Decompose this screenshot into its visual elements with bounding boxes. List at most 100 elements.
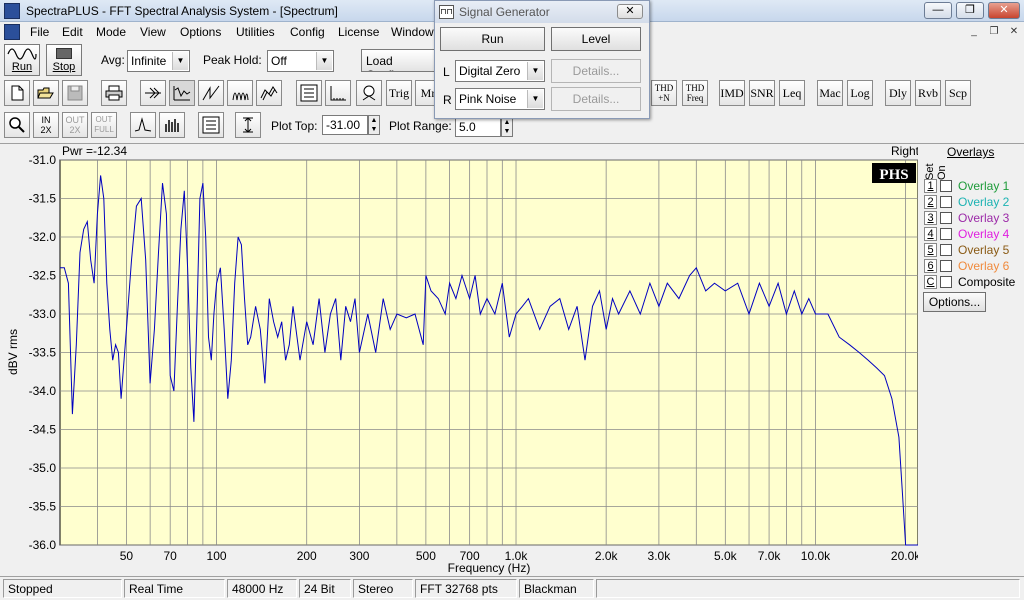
filter-button[interactable] [140,80,166,106]
peak-hold-select[interactable]: Off ▼ [267,50,334,72]
zoom-full-button[interactable]: OUT FULL [91,112,117,138]
spectrogram-button[interactable] [227,80,253,106]
right-details-button[interactable]: Details... [551,87,641,111]
overlay-options-button[interactable]: Options... [923,292,986,312]
avg-select[interactable]: Infinite ▼ [127,50,190,72]
menu-file[interactable]: File [30,25,49,39]
signal-generator-close-button[interactable]: ✕ [617,4,643,19]
channel-label: Right [891,144,918,158]
composite-checkbox[interactable] [940,276,952,288]
filter-icon [145,87,161,99]
macro-button[interactable]: Mac [817,80,843,106]
x-tick-label: 100 [207,549,227,563]
new-file-button[interactable] [4,80,30,106]
plot-range-input[interactable]: 5.0 [455,117,501,137]
chevron-down-icon[interactable]: ▼ [527,90,543,108]
left-details-button[interactable]: Details... [551,59,641,83]
chevron-down-icon[interactable]: ▼ [172,52,188,70]
signal-generator-titlebar[interactable]: ⊓⊓ Signal Generator ✕ [435,1,649,23]
menu-edit[interactable]: Edit [62,25,83,39]
thd-freq-button[interactable]: THD Freq [682,80,708,106]
status-channels: Stereo [353,579,413,598]
zoom-button[interactable] [4,112,30,138]
zoom-out-2x-button[interactable]: OUT 2X [62,112,88,138]
3d-surface-button[interactable] [256,80,282,106]
chevron-down-icon[interactable]: ▼ [527,62,543,80]
overlays-header[interactable]: Overlays [947,145,994,159]
run-button[interactable]: Run [4,44,40,76]
overlay-checkbox[interactable] [940,196,952,208]
overlay-label: Overlay 5 [958,243,1010,257]
trigger-button[interactable]: Trig [386,80,412,106]
right-signal-select[interactable]: Pink Noise ▼ [455,88,545,110]
scaling-button[interactable] [325,80,351,106]
microphone-button[interactable] [356,80,382,106]
scope-button[interactable]: Scp [945,80,971,106]
thd-n-button[interactable]: THD +N [651,80,677,106]
status-bit-depth: 24 Bit [299,579,351,598]
overlay-set-button[interactable]: 1 [924,179,937,193]
plot-top-input[interactable]: -31.00 [322,115,368,135]
overlay-set-button[interactable]: 4 [924,227,937,241]
menu-config[interactable]: Config [290,25,325,39]
minimize-button[interactable]: — [924,2,952,19]
maximize-button[interactable]: ❐ [956,2,984,19]
save-button[interactable] [62,80,88,106]
mdi-minimize-button[interactable]: _ [966,25,982,39]
plot-range-spinner[interactable]: ▲ ▼ [501,117,513,137]
overlay-checkbox[interactable] [940,180,952,192]
menu-window[interactable]: Window [391,25,434,39]
mdi-close-button[interactable]: ✕ [1006,25,1022,39]
spectrum-mode-button[interactable] [169,80,195,106]
menu-options[interactable]: Options [180,25,221,39]
display-settings-button[interactable] [296,80,322,106]
overlay-set-button[interactable]: 5 [924,243,937,257]
list-icon [300,84,318,102]
zoom-full-line1: OUT [95,115,113,124]
plot-top-spinner[interactable]: ▲ ▼ [368,115,380,135]
overlay-checkbox[interactable] [940,260,952,272]
document-icon[interactable] [4,24,20,40]
menu-mode[interactable]: Mode [96,25,126,39]
open-file-button[interactable] [33,80,59,106]
overlay-set-button[interactable]: 3 [924,211,937,225]
load-config-button[interactable]: Load Configu [361,49,437,72]
generator-run-button[interactable]: Run [440,27,545,51]
spectrum-chart[interactable]: -31.0 -31.5 -32.0 -32.5 -33.0 -33.5 -34.0 -34.5… [0,144,921,577]
delay-button[interactable]: Dly [885,80,911,106]
menu-license[interactable]: License [338,25,379,39]
leq-button[interactable]: Leq [779,80,805,106]
overlay-checkbox[interactable] [940,228,952,240]
octave-bars-button[interactable] [159,112,185,138]
phase-button[interactable] [198,80,224,106]
overlay-set-button[interactable]: 2 [924,195,937,209]
reverb-button[interactable]: Rvb [915,80,941,106]
log-button[interactable]: Log [847,80,873,106]
close-button[interactable]: ✕ [988,2,1020,19]
mdi-restore-button[interactable]: ❐ [986,25,1002,39]
overlay-checkbox[interactable] [940,212,952,224]
app-icon [4,3,20,19]
zoom-in-line2: 2X [40,125,52,135]
print-button[interactable] [101,80,127,106]
table-icon [202,116,220,134]
plot-range-label: Plot Range: [389,119,452,133]
stop-button[interactable]: Stop [46,44,82,76]
menu-utilities[interactable]: Utilities [236,25,275,39]
amplitude-scale-button[interactable] [235,112,261,138]
overlay-set-button[interactable]: 6 [924,259,937,273]
left-signal-select[interactable]: Digital Zero ▼ [455,60,545,82]
snr-button[interactable]: SNR [749,80,775,106]
overlay-checkbox[interactable] [940,244,952,256]
table-button[interactable] [198,112,224,138]
y-tick-label: -35.0 [29,461,57,475]
peak-marker-button[interactable] [130,112,156,138]
menu-view[interactable]: View [140,25,166,39]
imd-button[interactable]: IMD [719,80,745,106]
chevron-down-icon[interactable]: ▼ [316,52,332,70]
zoom-in-2x-button[interactable]: IN 2X [33,112,59,138]
generator-level-button[interactable]: Level [551,27,641,51]
composite-set-button[interactable]: C [924,275,937,289]
zoom-in-line1: IN [41,115,51,125]
sine-wave-icon [7,48,37,60]
